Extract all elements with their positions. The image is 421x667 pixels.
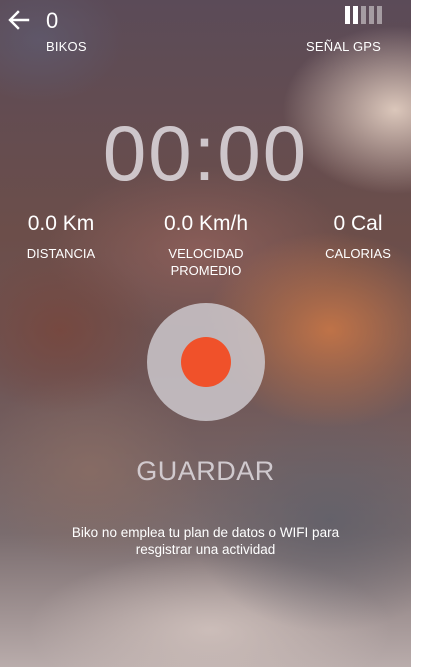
distance-value: 0.0 Km xyxy=(27,212,95,235)
save-button[interactable]: GUARDAR xyxy=(0,456,411,487)
bikos-label: BIKOS xyxy=(46,39,87,54)
record-button[interactable] xyxy=(147,303,265,421)
bikos-count: 0 xyxy=(46,8,59,33)
average-speed-label-line1: VELOCIDAD xyxy=(168,246,244,261)
gps-bar xyxy=(353,6,358,24)
screen-edge xyxy=(411,0,421,667)
gps-bar xyxy=(369,6,374,24)
gps-signal-icon xyxy=(345,6,382,24)
gps-bar xyxy=(377,6,382,24)
data-usage-note: Biko no emplea tu plan de datos o WIFI p… xyxy=(30,524,381,558)
average-speed-stat: 0.0 Km/h VELOCIDAD PROMEDIO xyxy=(145,212,267,279)
average-speed-value: 0.0 Km/h xyxy=(163,212,249,235)
gps-signal-label: SEÑAL GPS xyxy=(305,39,381,54)
back-arrow-icon[interactable] xyxy=(7,8,31,32)
data-usage-note-line2: resgistrar una actividad xyxy=(135,542,276,557)
top-bar: 0 BIKOS SEÑAL GPS xyxy=(0,0,411,60)
elapsed-timer: 00:00 xyxy=(102,109,309,197)
distance-label: DISTANCIA xyxy=(26,246,96,261)
data-usage-note-line1: Biko no emplea tu plan de datos o WIFI p… xyxy=(71,525,340,540)
average-speed-label-line2: PROMEDIO xyxy=(170,263,242,278)
gps-bar xyxy=(361,6,366,24)
calories-stat: 0 Cal CALORIAS xyxy=(322,212,394,262)
calories-label: CALORIAS xyxy=(325,246,391,261)
average-speed-label: VELOCIDAD PROMEDIO xyxy=(145,245,267,279)
record-dot-icon xyxy=(181,337,231,387)
distance-stat: 0.0 Km DISTANCIA xyxy=(20,212,102,262)
calories-value: 0 Cal xyxy=(333,212,383,235)
gps-bar xyxy=(345,6,350,24)
